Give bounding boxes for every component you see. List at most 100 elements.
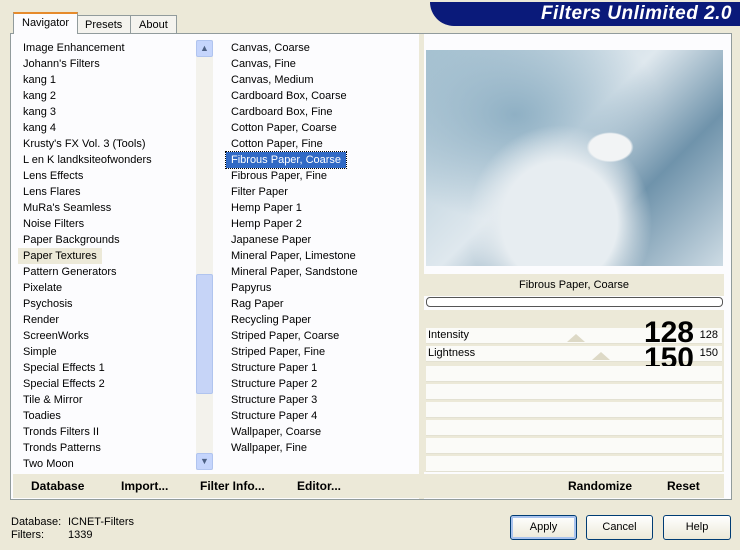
randomize-button[interactable]: Randomize <box>568 474 632 498</box>
preview-image <box>426 50 723 266</box>
list-item[interactable]: Noise Filters <box>18 216 196 232</box>
list-item[interactable]: Filter Paper <box>226 184 418 200</box>
param-label: Intensity <box>428 329 469 341</box>
list-item[interactable]: kang 4 <box>18 120 196 136</box>
list-item[interactable]: Paper Backgrounds <box>18 232 196 248</box>
param-row-empty <box>426 438 722 454</box>
scroll-up-arrow-icon[interactable]: ▲ <box>196 40 213 57</box>
list-item-label: Japanese Paper <box>231 234 312 246</box>
parameter-panel: Intensity 128 128 Lightness 150 150 <box>424 310 724 472</box>
list-item[interactable]: kang 3 <box>18 104 196 120</box>
list-item-label: Image Enhancement <box>23 42 125 54</box>
param-row-lightness[interactable]: Lightness 150 150 <box>426 344 722 374</box>
list-item-label: Tronds Filters II <box>23 426 99 438</box>
list-item-label: Striped Paper, Coarse <box>231 330 340 342</box>
list-item[interactable]: Fibrous Paper, Fine <box>226 168 418 184</box>
tab-about[interactable]: About <box>130 15 177 34</box>
list-item[interactable]: Cardboard Box, Fine <box>226 104 418 120</box>
apply-button[interactable]: Apply <box>510 515 577 540</box>
tab-navigator[interactable]: Navigator <box>13 12 79 34</box>
reset-button[interactable]: Reset <box>667 474 700 498</box>
list-item[interactable]: Krusty's FX Vol. 3 (Tools) <box>18 136 196 152</box>
scrollbar-thumb[interactable] <box>196 274 213 394</box>
list-item[interactable]: Cotton Paper, Coarse <box>226 120 418 136</box>
slider-thumb-icon[interactable] <box>567 334 585 342</box>
list-item[interactable]: Recycling Paper <box>226 312 418 328</box>
param-value: 128 <box>699 329 718 341</box>
list-item[interactable]: Canvas, Medium <box>226 72 418 88</box>
list-item[interactable]: Structure Paper 3 <box>226 392 418 408</box>
list-item[interactable]: Toadies <box>18 408 196 424</box>
list-item[interactable]: Wallpaper, Fine <box>226 440 418 456</box>
list-item[interactable]: MuRa's Seamless <box>18 200 196 216</box>
list-item[interactable]: Wallpaper, Coarse <box>226 424 418 440</box>
cancel-button[interactable]: Cancel <box>586 515 653 540</box>
list-item-label: Toadies <box>23 410 61 422</box>
list-item[interactable]: Canvas, Fine <box>226 56 418 72</box>
list-item[interactable]: Image Enhancement <box>18 40 196 56</box>
list-item[interactable]: Lens Effects <box>18 168 196 184</box>
list-item-label: Cotton Paper, Fine <box>231 138 323 150</box>
list-item[interactable]: Structure Paper 1 <box>226 360 418 376</box>
list-item[interactable]: Paper Textures <box>18 248 196 264</box>
list-item[interactable]: Rag Paper <box>226 296 418 312</box>
category-list[interactable]: Image Enhancement Johann's Filters kang 1 k… <box>18 40 196 472</box>
list-item[interactable]: Two Moon <box>18 456 196 472</box>
tab-presets[interactable]: Presets <box>76 15 132 34</box>
list-item[interactable]: Hemp Paper 2 <box>226 216 418 232</box>
list-item[interactable]: Cotton Paper, Fine <box>226 136 418 152</box>
slider-thumb-icon[interactable] <box>592 352 610 360</box>
list-item[interactable]: Structure Paper 4 <box>226 408 418 424</box>
import-button[interactable]: Import... <box>121 474 168 498</box>
filter-info-button[interactable]: Filter Info... <box>200 474 265 498</box>
list-item[interactable]: kang 2 <box>18 88 196 104</box>
list-item-label: Johann's Filters <box>23 58 100 70</box>
list-item[interactable]: L en K landksiteofwonders <box>18 152 196 168</box>
list-item[interactable]: Pattern Generators <box>18 264 196 280</box>
list-item[interactable]: Psychosis <box>18 296 196 312</box>
list-item-label: kang 1 <box>23 74 57 86</box>
list-item[interactable]: Pixelate <box>18 280 196 296</box>
list-item-label: Lens Flares <box>23 186 81 198</box>
list-item-label: Tronds Patterns <box>23 442 101 454</box>
list-item[interactable]: Cardboard Box, Coarse <box>226 88 418 104</box>
list-item[interactable]: Hemp Paper 1 <box>226 200 418 216</box>
category-scrollbar[interactable]: ▲ ▼ <box>196 40 213 470</box>
list-item-label: kang 2 <box>23 90 57 102</box>
list-item[interactable]: Special Effects 1 <box>18 360 196 376</box>
list-item-label: Papyrus <box>231 282 272 294</box>
list-item[interactable]: Render <box>18 312 196 328</box>
list-item[interactable]: Mineral Paper, Sandstone <box>226 264 418 280</box>
list-item[interactable]: kang 1 <box>18 72 196 88</box>
list-item[interactable]: Japanese Paper <box>226 232 418 248</box>
list-item[interactable]: Striped Paper, Coarse <box>226 328 418 344</box>
list-item[interactable]: Tronds Filters II <box>18 424 196 440</box>
list-item[interactable]: Fibrous Paper, Coarse <box>224 151 418 169</box>
param-row-empty <box>426 456 722 472</box>
status-filters-value: 1339 <box>68 529 93 541</box>
param-row-empty <box>426 366 722 382</box>
list-item-label: Render <box>23 314 60 326</box>
list-item-label: Wallpaper, Fine <box>231 442 308 454</box>
list-item[interactable]: ScreenWorks <box>18 328 196 344</box>
database-button[interactable]: Database <box>31 474 84 498</box>
navigator-toolbar: Database Import... Filter Info... Editor… <box>13 474 419 498</box>
filter-list[interactable]: Canvas, Coarse Canvas, Fine Canvas, Medium… <box>224 40 418 456</box>
list-item[interactable]: Mineral Paper, Limestone <box>226 248 418 264</box>
editor-button[interactable]: Editor... <box>297 474 341 498</box>
list-item[interactable]: Tronds Patterns <box>18 440 196 456</box>
list-item[interactable]: Striped Paper, Fine <box>226 344 418 360</box>
scroll-down-arrow-icon[interactable]: ▼ <box>196 453 213 470</box>
list-item-label: Canvas, Coarse <box>231 42 310 54</box>
list-item[interactable]: Papyrus <box>226 280 418 296</box>
list-item[interactable]: Canvas, Coarse <box>226 40 418 56</box>
list-item[interactable]: Johann's Filters <box>18 56 196 72</box>
list-item-label: Two Moon <box>23 458 74 470</box>
list-item-label: Special Effects 1 <box>23 362 105 374</box>
help-button[interactable]: Help <box>663 515 731 540</box>
list-item[interactable]: Lens Flares <box>18 184 196 200</box>
list-item[interactable]: Special Effects 2 <box>18 376 196 392</box>
list-item[interactable]: Tile & Mirror <box>18 392 196 408</box>
list-item[interactable]: Structure Paper 2 <box>226 376 418 392</box>
list-item[interactable]: Simple <box>18 344 196 360</box>
